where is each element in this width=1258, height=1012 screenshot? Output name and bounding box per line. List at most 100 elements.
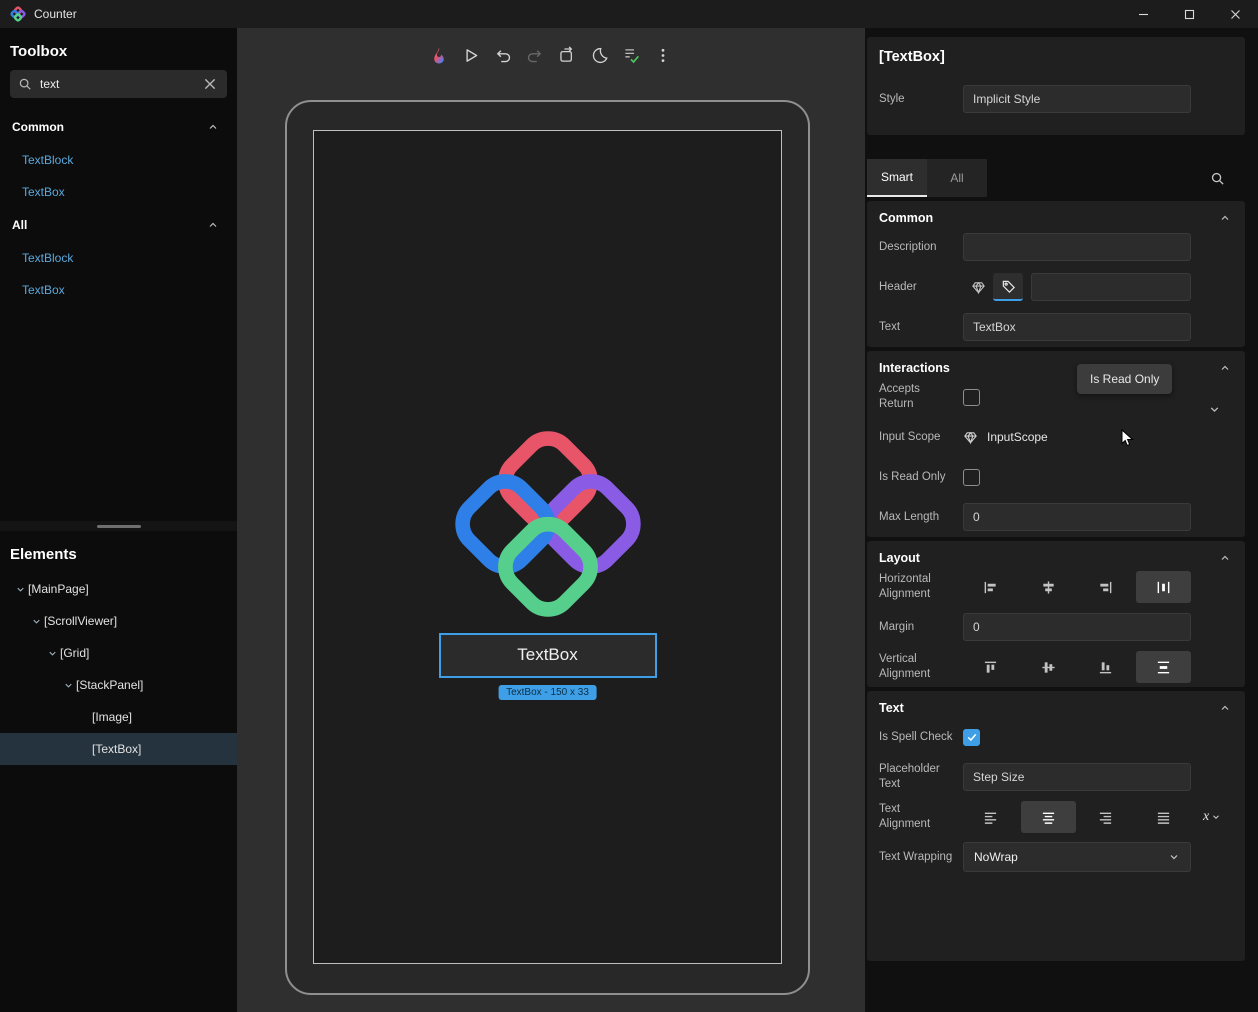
tree-item-textbox[interactable]: [TextBox] — [0, 733, 237, 765]
chevron-down-icon[interactable] — [44, 648, 60, 659]
section-title: Common — [879, 211, 933, 225]
align-bottom-button[interactable] — [1078, 651, 1134, 683]
refresh-element-button[interactable] — [555, 43, 580, 68]
input-scope-value[interactable]: InputScope — [963, 430, 1048, 445]
align-center-horizontal-button[interactable] — [1021, 571, 1077, 603]
is-read-only-checkbox[interactable] — [963, 469, 980, 486]
placeholder-text-input[interactable] — [963, 763, 1191, 791]
header-input[interactable] — [1031, 273, 1191, 301]
close-button[interactable] — [1212, 0, 1258, 28]
stretch-horizontal-button[interactable] — [1136, 571, 1192, 603]
tree-item-label: [Image] — [92, 710, 132, 724]
redo-icon — [526, 46, 545, 65]
is-spell-check-checkbox[interactable] — [963, 729, 980, 746]
undo-button[interactable] — [491, 43, 516, 68]
more-options-button[interactable] — [651, 43, 676, 68]
text-align-justify-button[interactable] — [1136, 801, 1192, 833]
maximize-button[interactable] — [1166, 0, 1212, 28]
toolbox-item-label: TextBlock — [22, 153, 73, 167]
checklist-check-icon — [622, 46, 641, 65]
align-top-button[interactable] — [963, 651, 1019, 683]
align-center-vertical-button[interactable] — [1021, 651, 1077, 683]
chevron-down-icon[interactable] — [12, 584, 28, 595]
font-expression-dropdown[interactable]: x — [1203, 809, 1221, 825]
app-window: Counter Toolbox Common — [0, 0, 1258, 1012]
tag-icon — [1001, 279, 1016, 294]
tab-all[interactable]: All — [927, 159, 987, 197]
clear-search-button[interactable] — [201, 75, 219, 93]
toolbox-item-textbox[interactable]: TextBox — [0, 176, 237, 208]
header-binding-button[interactable] — [963, 273, 993, 301]
align-right-button[interactable] — [1078, 571, 1134, 603]
tree-item-stackpanel[interactable]: [StackPanel] — [0, 669, 237, 701]
align-left-button[interactable] — [963, 571, 1019, 603]
description-label: Description — [879, 240, 953, 255]
section-label: All — [12, 218, 27, 232]
close-icon — [203, 77, 217, 91]
toolbox-item-textbox[interactable]: TextBox — [0, 274, 237, 306]
chevron-down-icon[interactable] — [28, 616, 44, 627]
chevron-down-icon[interactable] — [60, 680, 76, 691]
tree-item-image[interactable]: [Image] — [0, 701, 237, 733]
validate-button[interactable] — [619, 43, 644, 68]
elements-title: Elements — [0, 531, 237, 573]
input-scope-text: InputScope — [987, 430, 1048, 444]
search-icon — [18, 77, 32, 91]
max-length-input[interactable] — [963, 503, 1191, 531]
section-label: Common — [12, 120, 64, 134]
play-button[interactable] — [459, 43, 484, 68]
section-title: Text — [879, 701, 904, 715]
style-input[interactable] — [963, 85, 1191, 113]
window-controls — [1120, 0, 1258, 28]
toolbox-searchbox[interactable] — [10, 70, 227, 98]
tree-item-grid[interactable]: [Grid] — [0, 637, 237, 669]
collapse-chevron-icon[interactable] — [1219, 212, 1231, 224]
text-wrapping-value: NoWrap — [974, 850, 1018, 864]
collapse-chevron-icon[interactable] — [1219, 552, 1231, 564]
uno-logo-image[interactable] — [441, 417, 655, 631]
header-literal-button[interactable] — [993, 273, 1023, 301]
toolbox-item-label: TextBlock — [22, 251, 73, 265]
toolbox-section-all[interactable]: All — [0, 208, 237, 242]
section-layout: Layout Horizontal Alignment — [867, 541, 1245, 687]
tree-item-scrollviewer[interactable]: [ScrollViewer] — [0, 605, 237, 637]
collapse-chevron-icon[interactable] — [1219, 362, 1231, 374]
design-surface[interactable]: TextBox TextBox - 150 x 33 — [313, 130, 782, 964]
properties-search-button[interactable] — [1210, 171, 1225, 186]
text-align-left-icon — [983, 810, 998, 825]
text-align-left-button[interactable] — [963, 801, 1019, 833]
text-align-right-button[interactable] — [1078, 801, 1134, 833]
section-title: Layout — [879, 551, 920, 565]
canvas-textbox[interactable]: TextBox — [439, 633, 657, 678]
text-align-center-button[interactable] — [1021, 801, 1077, 833]
redo-button[interactable] — [523, 43, 548, 68]
text-wrapping-dropdown[interactable]: NoWrap — [963, 842, 1191, 872]
chevron-down-icon — [1168, 851, 1180, 863]
tree-item-mainpage[interactable]: [MainPage] — [0, 573, 237, 605]
description-input[interactable] — [963, 233, 1191, 261]
tab-smart[interactable]: Smart — [867, 159, 927, 197]
toolbox-search-input[interactable] — [40, 77, 201, 91]
stretch-vertical-button[interactable] — [1136, 651, 1192, 683]
pane-resize-handle[interactable] — [0, 521, 237, 531]
collapse-chevron-icon[interactable] — [1219, 702, 1231, 714]
section-text: Text Is Spell Check Placeholder Text Tex… — [867, 691, 1245, 961]
check-icon — [966, 731, 978, 743]
section-title: Interactions — [879, 361, 950, 375]
text-align-justify-icon — [1156, 810, 1171, 825]
text-input[interactable] — [963, 313, 1191, 341]
minimize-button[interactable] — [1120, 0, 1166, 28]
accepts-return-checkbox[interactable] — [963, 389, 980, 406]
margin-input[interactable] — [963, 613, 1191, 641]
design-canvas[interactable]: TextBox TextBox - 150 x 33 — [237, 28, 865, 1012]
toolbox-section-common[interactable]: Common — [0, 110, 237, 144]
hot-design-flame-button[interactable] — [427, 43, 452, 68]
align-center-vertical-icon — [1041, 660, 1056, 675]
theme-toggle-button[interactable] — [587, 43, 612, 68]
toolbox-item-textblock[interactable]: TextBlock — [0, 144, 237, 176]
section-interactions: Is Read Only Interactions Accepts Return… — [867, 351, 1245, 537]
align-bottom-icon — [1098, 660, 1113, 675]
chevron-down-icon[interactable] — [1208, 403, 1221, 419]
toolbox-item-textblock[interactable]: TextBlock — [0, 242, 237, 274]
text-align-center-icon — [1041, 810, 1056, 825]
